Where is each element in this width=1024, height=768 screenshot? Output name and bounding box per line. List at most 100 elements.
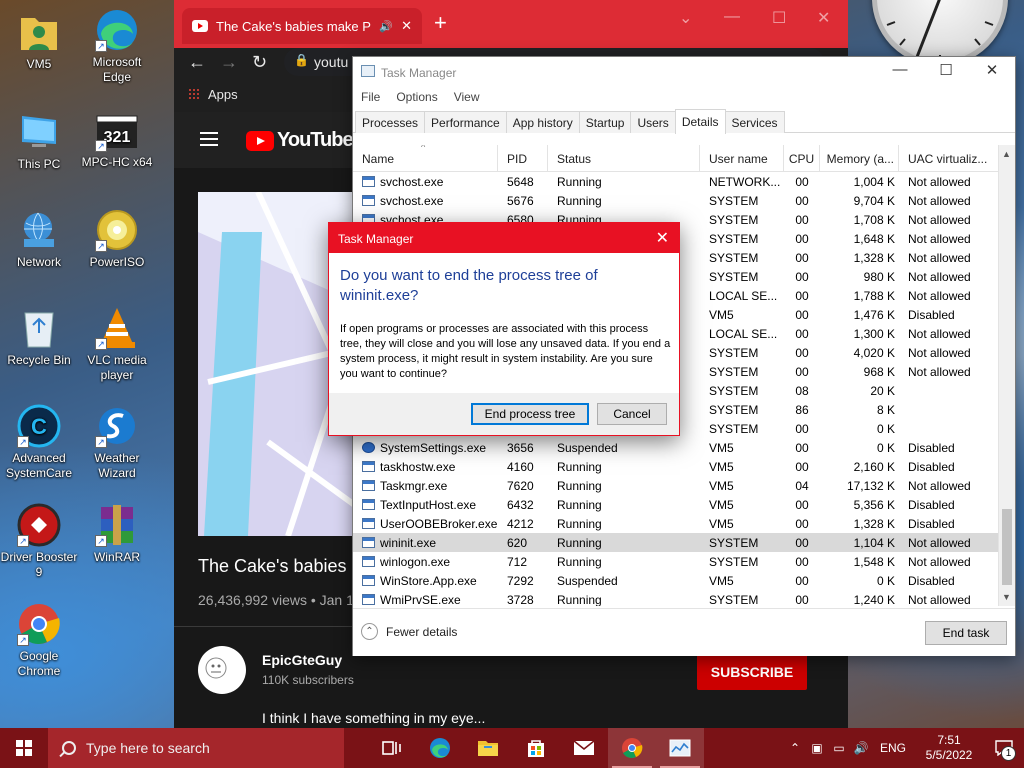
column-memory[interactable]: Memory (a... (820, 145, 899, 172)
process-uac: Not allowed (908, 345, 971, 360)
cancel-button[interactable]: Cancel (597, 403, 667, 425)
end-task-button[interactable]: End task (925, 621, 1007, 645)
action-center-button[interactable]: 1 (984, 728, 1024, 768)
process-status: Running (557, 516, 602, 531)
tab-performance[interactable]: Performance (424, 111, 507, 133)
task-view-button[interactable] (368, 728, 416, 768)
start-button[interactable] (0, 728, 48, 768)
process-icon (362, 195, 375, 206)
taskbar-edge[interactable] (416, 728, 464, 768)
menu-view[interactable]: View (454, 90, 480, 104)
menu-options[interactable]: Options (396, 90, 437, 104)
process-uac: Not allowed (908, 592, 971, 607)
process-uac (899, 400, 999, 419)
desktop-icon-poweriso[interactable]: ↗ PowerISO (78, 208, 156, 270)
column-status[interactable]: Status (548, 145, 700, 172)
taskbar-file-explorer[interactable] (464, 728, 512, 768)
column-pid[interactable]: PID (498, 145, 548, 172)
tab-processes[interactable]: Processes (355, 111, 426, 133)
task-manager-icon (669, 739, 691, 757)
table-row[interactable]: SystemSettings.exe 3656 Suspended VM5 00 0 K D… (353, 438, 1015, 457)
end-process-tree-button[interactable]: End process tree (471, 403, 589, 425)
taskbar-store[interactable] (512, 728, 560, 768)
desktop-icon-mpc-hc[interactable]: 321 ↗ MPC-HC x64 (78, 108, 156, 170)
forward-button[interactable]: → (220, 52, 238, 73)
browser-tab[interactable]: The Cake's babies make Pink 🔊 ✕ (182, 8, 422, 44)
fewer-details-button[interactable]: ⌃ Fewer details (361, 623, 457, 640)
weather-wizard-icon: ↗ (95, 404, 139, 448)
network-tray-icon[interactable]: ▣ (806, 741, 828, 755)
desktop-icon-advanced-systemcare[interactable]: C ↗ Advanced SystemCare (0, 404, 78, 481)
taskbar-search-box[interactable]: Type here to search (48, 728, 344, 768)
scroll-up-icon[interactable]: ▲ (1002, 149, 1011, 159)
reload-button[interactable]: ↻ (252, 52, 267, 73)
process-uac: Not allowed (908, 250, 971, 265)
desktop-icon-google-chrome[interactable]: ↗ Google Chrome (0, 602, 78, 679)
dialog-close-button[interactable]: ✕ (656, 228, 669, 248)
table-row[interactable]: wininit.exe 620 Running SYSTEM 00 1,104 K Not … (353, 533, 1015, 552)
desktop-icon-this-pc[interactable]: This PC (0, 110, 78, 172)
audio-playing-icon[interactable]: 🔊 (379, 20, 393, 33)
desktop-icon-vm5[interactable]: VM5 (0, 10, 78, 72)
new-tab-button[interactable]: + (434, 12, 447, 34)
column-uac-virtualization[interactable]: UAC virtualiz... (899, 145, 999, 172)
scroll-down-icon[interactable]: ▼ (1002, 592, 1011, 602)
column-name[interactable]: Name (353, 145, 498, 172)
menu-file[interactable]: File (361, 90, 380, 104)
youtube-logo[interactable]: YouTube HK (246, 129, 367, 152)
tm-minimize-button[interactable]: — (877, 61, 923, 78)
table-row[interactable]: winlogon.exe 712 Running SYSTEM 00 1,548 K Not… (353, 552, 1015, 571)
desktop-icon-recycle-bin[interactable]: Recycle Bin (0, 306, 78, 368)
desktop-icon-network[interactable]: Network (0, 208, 78, 270)
table-row[interactable]: svchost.exe 5648 Running NETWORK... 00 1,004 … (353, 172, 1015, 191)
tab-startup[interactable]: Startup (578, 111, 632, 133)
desktop-icon-weather-wizard[interactable]: ↗ Weather Wizard (78, 404, 156, 481)
table-row[interactable]: svchost.exe 5676 Running SYSTEM 00 9,704 K Not… (353, 191, 1015, 210)
tab-close-icon[interactable]: ✕ (401, 18, 412, 34)
input-language[interactable]: ENG (880, 741, 906, 755)
table-row[interactable]: WinStore.App.exe 7292 Suspended VM5 00 0 K Dis… (353, 571, 1015, 590)
tab-app-history[interactable]: App history (505, 111, 580, 133)
vertical-scrollbar[interactable]: ▲ ▼ (998, 145, 1015, 606)
tab-users[interactable]: Users (630, 111, 676, 133)
channel-name[interactable]: EpicGteGuy (262, 652, 342, 668)
taskbar-chrome[interactable] (608, 728, 656, 768)
desktop-icon-driver-booster[interactable]: ↗ Driver Booster 9 (0, 503, 78, 580)
desktop-icon-winrar[interactable]: ↗ WinRAR (78, 503, 156, 565)
channel-avatar[interactable] (198, 646, 246, 694)
tm-close-button[interactable]: ✕ (969, 61, 1015, 79)
browser-close-button[interactable]: ✕ (817, 8, 830, 28)
column-user-name[interactable]: User name (700, 145, 784, 172)
table-row[interactable]: Taskmgr.exe 7620 Running VM5 04 17,132 K Not a… (353, 476, 1015, 495)
browser-minimize-button[interactable]: — (724, 8, 740, 26)
column-cpu[interactable]: CPU (784, 145, 820, 172)
menu-hamburger-icon[interactable] (200, 132, 218, 146)
show-hidden-icons-chevron-icon[interactable]: ⌃ (784, 741, 806, 755)
process-uac: Not allowed (908, 478, 971, 493)
tab-details[interactable]: Details (674, 109, 726, 134)
lock-icon: 🔒 (294, 53, 309, 67)
taskbar-task-manager[interactable] (656, 728, 704, 768)
taskbar-clock[interactable]: 7:51 5/5/2022 (914, 733, 984, 763)
volume-icon[interactable]: 🔊 (850, 741, 872, 755)
table-row[interactable]: taskhostw.exe 4160 Running VM5 00 2,160 K Disa… (353, 457, 1015, 476)
process-name: taskhostw.exe (353, 457, 498, 476)
table-row[interactable]: TextInputHost.exe 6432 Running VM5 00 5,356 K… (353, 495, 1015, 514)
scrollbar-thumb[interactable] (1002, 509, 1012, 585)
subscribe-button[interactable]: SUBSCRIBE (697, 654, 807, 690)
tm-maximize-button[interactable]: ☐ (923, 61, 969, 79)
tab-services[interactable]: Services (724, 111, 785, 133)
browser-dropdown-icon[interactable]: ⌄ (679, 8, 692, 28)
desktop-icon-vlc[interactable]: ↗ VLC media player (78, 306, 156, 383)
process-user: VM5 (709, 516, 734, 531)
desktop-icon-microsoft-edge[interactable]: ↗ Microsoft Edge (78, 8, 156, 85)
table-row[interactable]: UserOOBEBroker.exe 4212 Running VM5 00 1,328 … (353, 514, 1015, 533)
process-memory: 1,240 K (853, 592, 895, 607)
browser-maximize-button[interactable]: ☐ (772, 8, 786, 28)
back-button[interactable]: ← (188, 52, 206, 73)
bookmark-apps[interactable]: Apps (208, 87, 238, 102)
mpc-hc-icon: 321 ↗ (95, 108, 139, 152)
table-row[interactable]: WmiPrvSE.exe 3728 Running SYSTEM 00 1,240 K No… (353, 590, 1015, 606)
monitor-tray-icon[interactable]: ▭ (828, 741, 850, 755)
taskbar-mail[interactable] (560, 728, 608, 768)
